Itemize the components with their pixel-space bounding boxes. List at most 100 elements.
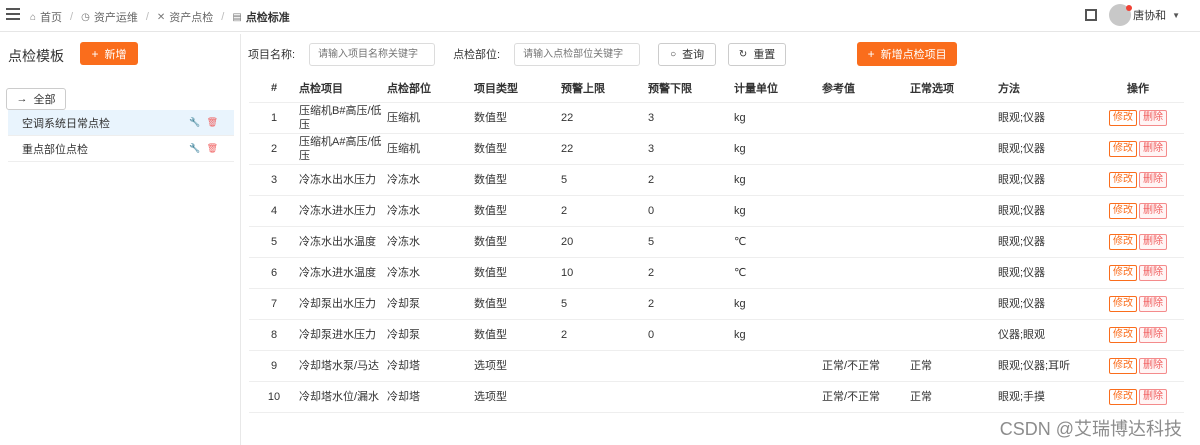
cell-ref [822,226,910,258]
cell-unit: kg [734,102,822,134]
breadcrumb-home[interactable]: ⌂ 首页 [30,9,62,25]
template-item[interactable]: 空调系统日常点检 🔧 🗑 [8,110,234,136]
breadcrumb-asset-inspection[interactable]: ✕ 资产点检 [157,9,213,25]
cell-part: 冷冻水 [387,195,474,227]
edit-button[interactable]: 修改 [1109,233,1137,250]
template-item[interactable]: 重点部位点检 🔧 🗑 [8,136,234,162]
item-name-input[interactable] [309,42,436,66]
avatar[interactable] [1109,4,1133,26]
cell-normal [910,288,998,320]
cell-ref [822,257,910,289]
delete-button[interactable]: 删除 [1139,171,1167,188]
breadcrumb-asset-ops[interactable]: ◷ 资产运维 [81,9,138,25]
reset-button[interactable]: ↻ 重置 [728,42,787,66]
menu-toggle-icon[interactable] [6,8,20,20]
delete-button[interactable]: 删除 [1139,357,1167,374]
add-template-button[interactable]: + 新增 [80,42,138,65]
cell-unit: kg [734,195,822,227]
cell-item: 压缩机B#高压/低压 [299,102,387,134]
add-inspection-item-button[interactable]: + 新增点检项目 [857,42,958,66]
cell-method: 眼观;仪器;耳听 [998,350,1092,382]
user-area: 唐协和 ▼ [1085,4,1180,26]
header-unit: 计量单位 [734,74,822,103]
header-upper: 预警上限 [561,74,648,103]
edit-button[interactable]: 修改 [1109,171,1137,188]
header-type: 项目类型 [474,74,561,103]
edit-button[interactable]: 修改 [1109,295,1137,312]
edit-button[interactable]: 修改 [1109,264,1137,281]
cell-upper [561,350,648,382]
cell-item: 冷却塔水位/漏水 [299,381,387,413]
cell-type: 数值型 [474,319,561,351]
watermark: CSDN @艾瑞博达科技 [999,419,1182,439]
wrench-icon[interactable]: 🔧 [189,143,200,154]
user-name[interactable]: 唐协和 [1133,7,1166,23]
edit-button[interactable]: 修改 [1109,140,1137,157]
trash-icon[interactable]: 🗑 [207,117,218,128]
cell-type: 数值型 [474,164,561,196]
delete-button[interactable]: 删除 [1139,326,1167,343]
filter-bar: 项目名称: 点检部位: ○查询 ↻重置 +新增点检项目 [248,42,958,66]
edit-button[interactable]: 修改 [1109,326,1137,343]
cell-upper: 5 [561,164,648,196]
cell-type: 选项型 [474,381,561,413]
cell-n: 2 [249,133,299,165]
delete-button[interactable]: 删除 [1139,264,1167,281]
all-templates-button[interactable]: → 全部 [6,88,66,110]
breadcrumb: ⌂ 首页 / ◷ 资产运维 / ✕ 资产点检 / ▤ 点检标准 [30,9,290,25]
edit-button[interactable]: 修改 [1109,388,1137,405]
edit-button[interactable]: 修改 [1109,202,1137,219]
cell-part: 冷冻水 [387,164,474,196]
cell-actions: 修改 删除 [1092,226,1184,258]
cell-method: 眼观;仪器 [998,195,1092,227]
cell-item: 冷却塔水泵/马达 [299,350,387,382]
cell-part: 压缩机 [387,102,474,134]
breadcrumb-inspection-standard: ▤ 点检标准 [232,11,290,25]
delete-button[interactable]: 删除 [1139,388,1167,405]
delete-button[interactable]: 删除 [1139,295,1167,312]
cell-n: 4 [249,195,299,227]
trash-icon[interactable]: 🗑 [207,143,218,154]
table-row: 2 压缩机A#高压/低压 压缩机 数值型 22 3 kg 眼观;仪器 修改 删除 [249,133,1184,165]
query-button[interactable]: ○ 查询 [658,42,717,66]
cell-normal [910,164,998,196]
panel-divider [240,34,241,445]
cell-normal [910,102,998,134]
header-normal: 正常选项 [910,74,998,103]
top-bar: ⌂ 首页 / ◷ 资产运维 / ✕ 资产点检 / ▤ 点检标准 唐协和 ▼ [0,0,1200,32]
inspection-items-table: # 点检项目 点检部位 项目类型 预警上限 预警下限 计量单位 参考值 正常选项… [249,74,1184,413]
delete-button[interactable]: 删除 [1139,140,1167,157]
part-label: 点检部位: [453,49,501,61]
caret-down-icon[interactable]: ▼ [1172,11,1180,20]
edit-button[interactable]: 修改 [1109,357,1137,374]
template-list: 空调系统日常点检 🔧 🗑 重点部位点检 🔧 🗑 [8,110,234,162]
cell-unit [734,350,822,382]
fullscreen-icon[interactable] [1085,9,1098,21]
arrow-right-icon: → [16,93,28,105]
wrench-icon[interactable]: 🔧 [189,117,200,128]
delete-button[interactable]: 删除 [1139,233,1167,250]
cell-method: 仪器;眼观 [998,319,1092,351]
part-input[interactable] [514,42,641,66]
document-icon: ▤ [232,11,242,23]
table-row: 10 冷却塔水位/漏水 冷却塔 选项型 正常/不正常 正常 眼观;手摸 修改 删除 [249,381,1184,413]
cell-unit: kg [734,133,822,165]
delete-button[interactable]: 删除 [1139,109,1167,126]
cell-actions: 修改 删除 [1092,257,1184,289]
cell-type: 数值型 [474,195,561,227]
cell-lower: 3 [648,102,734,134]
delete-button[interactable]: 删除 [1139,202,1167,219]
cell-item: 冷却泵出水压力 [299,288,387,320]
table-row: 8 冷却泵进水压力 冷却泵 数值型 2 0 kg 仪器;眼观 修改 删除 [249,319,1184,351]
table-header-row: # 点检项目 点检部位 项目类型 预警上限 预警下限 计量单位 参考值 正常选项… [249,74,1184,103]
cell-type: 数值型 [474,288,561,320]
cell-part: 冷却泵 [387,319,474,351]
header-lower: 预警下限 [648,74,734,103]
cell-normal [910,133,998,165]
cell-part: 冷冻水 [387,257,474,289]
cell-lower: 2 [648,164,734,196]
template-panel: 点检模板 + 新增 → 全部 空调系统日常点检 🔧 🗑 重点部位点检 🔧 🗑 [0,34,240,445]
cell-lower [648,350,734,382]
cell-item: 压缩机A#高压/低压 [299,133,387,165]
edit-button[interactable]: 修改 [1109,109,1137,126]
